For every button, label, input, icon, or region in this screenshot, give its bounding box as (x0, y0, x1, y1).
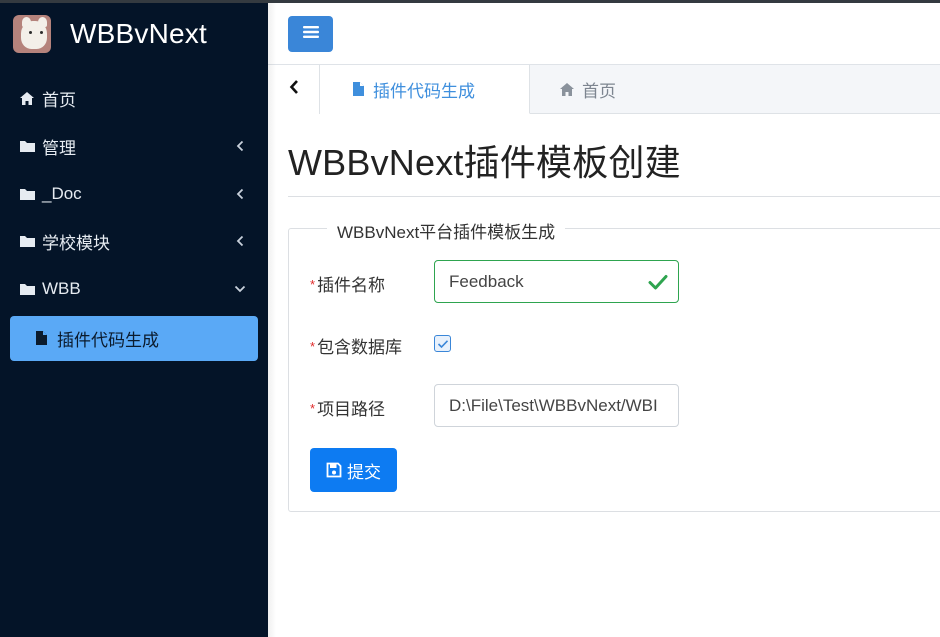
tab-label: 插件代码生成 (373, 81, 475, 101)
include-db-label: * 包含数据库 (310, 338, 403, 357)
sidebar-item-manage[interactable]: 管理 (0, 123, 268, 171)
brand[interactable]: WBBvNext (0, 3, 268, 65)
plugin-name-label: * 插件名称 (310, 276, 386, 295)
chevron-left-icon (234, 188, 246, 200)
submit-label: 提交 (347, 462, 381, 482)
title-divider (288, 196, 940, 197)
required-mark: * (310, 277, 316, 292)
sidebar-item-doc[interactable]: _Doc (0, 170, 268, 218)
save-icon (326, 462, 342, 478)
brand-name: WBBvNext (70, 18, 207, 49)
page-title: WBBvNext插件模板创建 (288, 142, 681, 183)
required-mark: * (310, 339, 316, 354)
project-path-input[interactable]: D:\File\Test\WBBvNext/WBI (434, 384, 679, 427)
project-path-value: D:\File\Test\WBBvNext/WBI (449, 395, 658, 415)
main-content: WBBvNext插件模板创建 WBBvNext平台插件模板生成 * 插件名称 Fe… (268, 114, 940, 637)
sidebar-nav: 首页 管理 _Doc 学校模块 WBB 插件代码生成 (0, 75, 268, 361)
sidebar-item-label: WBB (42, 278, 81, 298)
sidebar: WBBvNext 首页 管理 _Doc 学校模块 WBB 插件代码生成 (0, 3, 268, 637)
chevron-left-icon (234, 140, 246, 152)
sidebar-item-label: _Doc (42, 183, 82, 203)
sidebar-item-wbb[interactable]: WBB (0, 265, 268, 313)
window-top-border (0, 0, 940, 3)
tab-bar: 插件代码生成 首页 (268, 65, 940, 114)
menu-toggle-button[interactable] (288, 16, 333, 52)
brand-logo-icon (13, 15, 51, 53)
bars-icon (302, 25, 319, 44)
top-navbar (268, 3, 940, 65)
sidebar-item-school-module[interactable]: 学校模块 (0, 218, 268, 266)
checkmark-icon (437, 339, 448, 348)
submit-button[interactable]: 提交 (310, 448, 397, 492)
folder-icon (18, 232, 36, 250)
tab-label: 首页 (582, 82, 616, 101)
tab-plugin-codegen[interactable]: 插件代码生成 (320, 65, 530, 114)
include-db-checkbox[interactable] (434, 335, 451, 352)
sidebar-item-label: 学校模块 (42, 233, 110, 253)
tab-home[interactable]: 首页 (530, 65, 730, 114)
check-icon (648, 272, 668, 292)
fieldset-legend: WBBvNext平台插件模板生成 (327, 218, 566, 243)
plugin-name-input[interactable]: Feedback (434, 260, 679, 303)
home-icon (18, 90, 36, 108)
chevron-down-icon (234, 283, 246, 295)
chevron-left-icon (289, 79, 299, 100)
chevron-left-icon (234, 235, 246, 247)
file-icon (32, 329, 50, 347)
home-icon (558, 81, 576, 99)
project-path-label: * 项目路径 (310, 400, 386, 419)
required-mark: * (310, 401, 316, 416)
folder-icon (18, 185, 36, 203)
tab-scroll-left-button[interactable] (268, 65, 320, 114)
sidebar-item-label: 管理 (42, 138, 76, 158)
sidebar-item-home[interactable]: 首页 (0, 75, 268, 123)
file-icon (349, 80, 367, 98)
sidebar-item-label: 首页 (42, 91, 76, 111)
plugin-form-fieldset: WBBvNext平台插件模板生成 * 插件名称 Feedback * 包含数据库 *… (288, 218, 940, 512)
sidebar-subitem-plugin-codegen[interactable]: 插件代码生成 (10, 315, 258, 361)
plugin-name-value: Feedback (449, 271, 524, 291)
sidebar-subitem-label: 插件代码生成 (57, 330, 159, 350)
folder-icon (18, 280, 36, 298)
folder-icon (18, 137, 36, 155)
